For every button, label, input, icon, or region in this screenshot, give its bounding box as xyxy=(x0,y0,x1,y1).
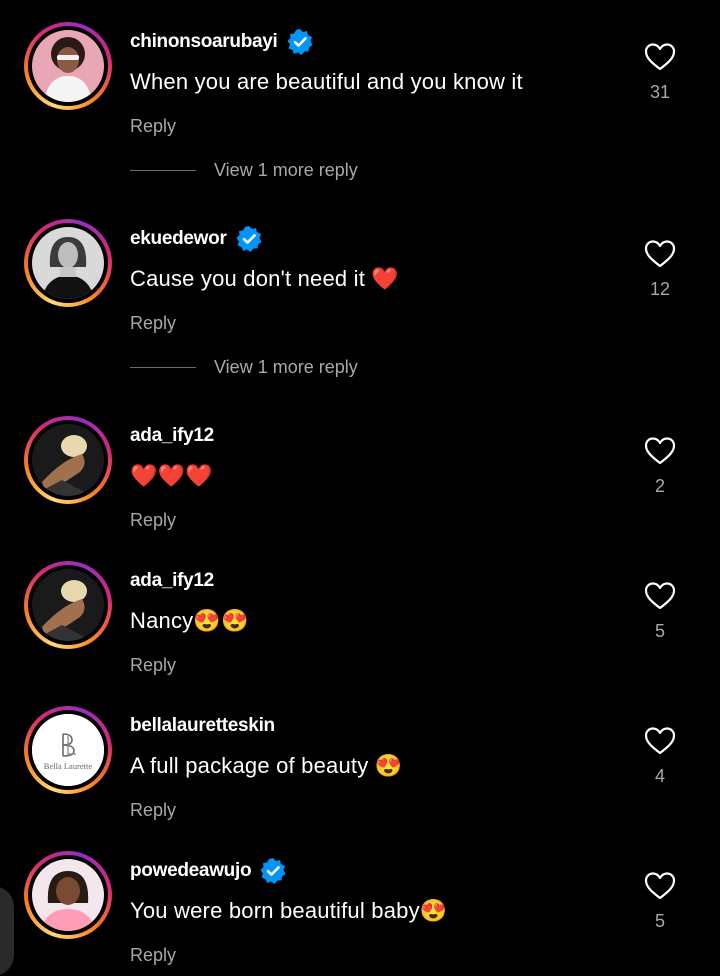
avatar-photo xyxy=(32,227,104,299)
comment-text: Cause you don't need it ❤️ xyxy=(130,263,399,295)
view-more-replies[interactable]: View 1 more reply xyxy=(130,158,390,182)
comment-emoji: 😍 xyxy=(374,753,403,778)
username-text[interactable]: chinonsoarubayi xyxy=(130,31,278,53)
like-control: 2 xyxy=(640,436,680,497)
comment-emoji: 😍😍 xyxy=(193,608,249,633)
username-text[interactable]: ada_ify12 xyxy=(130,570,214,592)
like-count: 31 xyxy=(649,82,671,102)
comment-text-body: You were born beautiful baby xyxy=(130,898,420,923)
like-control: 4 xyxy=(640,726,680,787)
comment-text: When you are beautiful and you know it xyxy=(130,66,523,98)
view-more-replies[interactable]: View 1 more reply xyxy=(130,355,390,379)
comment-item: ada_ify12 ❤️❤️❤️ Reply 2 xyxy=(0,416,720,530)
avatar-photo xyxy=(32,424,104,496)
like-control: 5 xyxy=(640,581,680,642)
like-count: 4 xyxy=(654,766,665,786)
reply-button[interactable]: Reply xyxy=(130,313,176,334)
like-count: 12 xyxy=(649,279,671,299)
comment-text: A full package of beauty 😍 xyxy=(130,750,402,782)
verified-badge-icon xyxy=(235,225,263,253)
like-count: 2 xyxy=(654,476,665,496)
bella-laurette-logo: Bella Laurette xyxy=(32,714,104,786)
avatar[interactable] xyxy=(24,219,112,307)
comment-text-body: Cause you don't need it xyxy=(130,266,372,291)
verified-badge-icon xyxy=(286,28,314,56)
reply-button[interactable]: Reply xyxy=(130,116,176,137)
scroll-handle[interactable] xyxy=(0,886,14,976)
like-control: 5 xyxy=(640,871,680,932)
comment-item: powedeawujo You were born beautiful baby… xyxy=(0,851,720,965)
view-more-label[interactable]: View 1 more reply xyxy=(214,160,358,181)
comment-text: ❤️❤️❤️ xyxy=(130,460,213,492)
avatar-photo xyxy=(32,859,104,931)
heart-icon[interactable] xyxy=(644,581,676,611)
divider-line xyxy=(130,366,196,368)
avatar[interactable] xyxy=(24,416,112,504)
comment-emoji: ❤️❤️❤️ xyxy=(130,463,213,488)
username-text[interactable]: bellalauretteskin xyxy=(130,715,275,737)
like-count: 5 xyxy=(654,621,665,641)
logo-text: Bella Laurette xyxy=(44,761,93,771)
reply-button[interactable]: Reply xyxy=(130,655,176,676)
like-count: 5 xyxy=(654,911,665,931)
comment-username[interactable]: bellalauretteskin xyxy=(130,712,275,740)
like-control: 12 xyxy=(640,239,680,300)
reply-button[interactable]: Reply xyxy=(130,945,176,966)
comment-text-body: A full package of beauty xyxy=(130,753,375,778)
comment-username[interactable]: ada_ify12 xyxy=(130,422,214,450)
comment-emoji: 😍 xyxy=(419,898,448,923)
avatar-photo xyxy=(32,569,104,641)
comment-text-body: When you are beautiful and you know it xyxy=(130,69,523,94)
username-text[interactable]: ekuedewor xyxy=(130,228,227,250)
reply-button[interactable]: Reply xyxy=(130,800,176,821)
comment-item: ada_ify12 Nancy 😍😍 Reply 5 xyxy=(0,561,720,675)
avatar-photo xyxy=(32,30,104,102)
comment-emoji: ❤️ xyxy=(371,266,399,291)
comment-text-body: Nancy xyxy=(130,608,194,633)
comment-username[interactable]: ekuedewor xyxy=(130,225,263,253)
comment-item: chinonsoarubayi When you are beautiful a… xyxy=(0,22,720,136)
heart-icon[interactable] xyxy=(644,436,676,466)
comment-username[interactable]: powedeawujo xyxy=(130,857,287,885)
view-more-label[interactable]: View 1 more reply xyxy=(214,357,358,378)
reply-button[interactable]: Reply xyxy=(130,510,176,531)
username-text[interactable]: ada_ify12 xyxy=(130,425,214,447)
username-text[interactable]: powedeawujo xyxy=(130,860,252,882)
like-control: 31 xyxy=(640,42,680,103)
comment-text: Nancy 😍😍 xyxy=(130,605,249,637)
comment-username[interactable]: ada_ify12 xyxy=(130,567,214,595)
comment-text: You were born beautiful baby 😍 xyxy=(130,895,447,927)
comment-item: Bella Laurette bellalauretteskin A full … xyxy=(0,706,720,820)
avatar[interactable]: Bella Laurette xyxy=(24,706,112,794)
divider-line xyxy=(130,169,196,171)
avatar[interactable] xyxy=(24,851,112,939)
heart-icon[interactable] xyxy=(644,726,676,756)
heart-icon[interactable] xyxy=(644,871,676,901)
avatar[interactable] xyxy=(24,561,112,649)
avatar[interactable] xyxy=(24,22,112,110)
comment-item: ekuedewor Cause you don't need it ❤️ Rep… xyxy=(0,219,720,333)
heart-icon[interactable] xyxy=(644,239,676,269)
verified-badge-icon xyxy=(259,857,287,885)
comment-username[interactable]: chinonsoarubayi xyxy=(130,28,314,56)
heart-icon[interactable] xyxy=(644,42,676,72)
